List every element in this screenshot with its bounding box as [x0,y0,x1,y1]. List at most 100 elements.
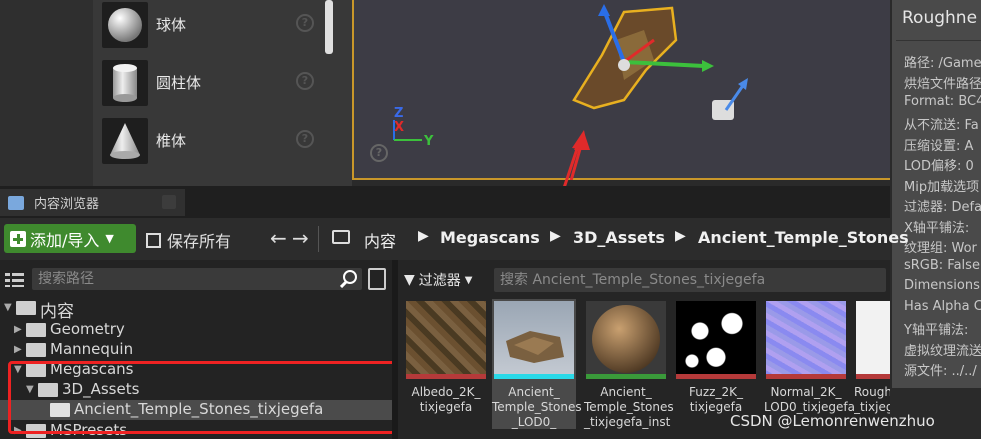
path-search-input[interactable]: 搜索路径 [32,268,362,290]
content-browser-icon [8,195,24,210]
chevron-down-icon: ▼ [464,274,473,286]
texture-thumbnail [406,301,486,376]
asset-tile-selected[interactable]: Ancient_ Temple_Stones _LOD0_ [492,299,582,429]
save-all-label: 保存所有 [167,232,232,251]
shape-label: 球体 [156,16,187,34]
texture-details-panel: Roughne 路径: /Game 烘焙文件路径 Format: BC4 从不流… [890,0,981,388]
asset-type-bar [766,374,846,379]
axis-x-label: X [394,120,405,135]
divider [318,226,319,252]
detail-line: sRGB: False [904,258,980,273]
folder-open-icon [332,230,350,244]
axis-y-label: Y [424,134,434,149]
shape-item-sphere[interactable]: 球体 ? [100,0,330,50]
watermark-text: CSDN @Lemonrenwenzhuo [730,412,935,430]
texture-thumbnail [766,301,846,376]
tree-item-geometry[interactable]: ▶ Geometry [0,320,392,340]
static-mesh-thumbnail [494,301,574,376]
tree-item-content[interactable]: ▼ 内容 [0,298,392,322]
shape-item-cone[interactable]: 椎体 ? [100,116,330,166]
detail-line: 路径: /Game [904,56,981,71]
sources-panel-icon[interactable] [4,270,26,288]
breadcrumb-separator-icon[interactable]: ▶ [675,228,686,244]
detail-line: Format: BC4 [904,94,981,109]
back-arrow-icon[interactable]: ← [270,226,287,250]
detail-line: Has Alpha C [904,299,981,314]
shapes-scrollbar[interactable] [325,0,333,54]
filter-button[interactable]: ▼ 过滤器 ▼ [404,270,472,290]
filter-label: 过滤器 [418,273,461,289]
asset-name: Ancient_ Temple_Stones _tixjegefa_inst [584,385,674,429]
tab-label: 内容浏览器 [34,197,100,212]
axis-z-label: Z [394,106,404,121]
breadcrumb-3d-assets[interactable]: 3D_Assets [573,228,665,247]
breadcrumb-content[interactable]: 内容 [364,228,396,252]
asset-type-bar [406,374,486,379]
forward-arrow-icon[interactable]: → [292,226,309,250]
search-icon[interactable] [340,270,358,288]
tree-item-mannequin[interactable]: ▶ Mannequin [0,340,392,360]
detail-line: LOD偏移: 0 [904,159,974,174]
asset-type-bar [856,374,890,379]
highlight-annotation-box [8,361,405,434]
breadcrumb-separator-icon[interactable]: ▶ [550,228,561,244]
detail-line: X轴平铺法: [904,221,970,236]
asset-name: Ancient_ Temple_Stones _LOD0_ [492,385,582,429]
breadcrumb-separator-icon[interactable]: ▶ [418,228,429,244]
asset-tile[interactable]: Fuzz_2K_ tixjegefa [674,299,758,429]
cylinder-icon [102,60,148,106]
texture-thumbnail [676,301,756,376]
plus-icon [10,230,26,247]
texture-thumbnail [856,301,890,376]
asset-tile[interactable]: Albedo_2K_ tixjegefa [404,299,488,429]
help-icon[interactable]: ? [296,14,314,32]
shape-label: 椎体 [156,132,187,150]
detail-line: 过滤器: Defa [904,200,981,215]
tab-content-browser[interactable]: 内容浏览器 [0,189,185,216]
add-import-button[interactable]: 添加/导入 ▼ [4,224,136,253]
detail-line: Mip加载选项 [904,180,980,195]
details-title: Roughne [902,8,978,28]
breadcrumb-ancient-temple-stones[interactable]: Ancient_Temple_Stones [698,228,909,247]
chevron-down-icon: ▼ [105,232,114,245]
detail-line: 纹理组: Wor [904,241,977,256]
shape-label: 圆柱体 [156,74,202,92]
asset-name: Normal_2K_ LOD0_tixjegefa [764,385,856,414]
folder-icon [26,343,46,357]
viewport-scene [393,4,748,180]
category-column [0,0,93,186]
add-import-label: 添加/导入 [30,230,100,250]
asset-name: Roughness_2K _tixjegefa [854,385,890,414]
breadcrumb-megascans[interactable]: Megascans [440,228,540,247]
detail-line: 虚拟纹理流送 [904,344,981,359]
folder-icon [26,323,46,337]
save-all-button[interactable]: 保存所有 [146,228,231,252]
folder-open-icon [16,301,36,315]
filter-icon: ▼ [404,272,415,288]
asset-name: Fuzz_2K_ tixjegefa [689,385,743,414]
splitter[interactable] [392,260,398,439]
save-icon [146,232,161,248]
asset-search-input[interactable]: 搜索 Ancient_Temple_Stones_tixjegefa [494,268,886,292]
asset-tile[interactable]: Normal_2K_ LOD0_tixjegefa [764,299,856,429]
asset-name: Albedo_2K_ tixjegefa [411,385,481,414]
asset-type-bar [676,374,756,379]
detail-line: 压缩设置: A [904,139,974,154]
asset-tile[interactable]: Roughness_2K _tixjegefa [854,299,890,429]
help-icon[interactable]: ? [296,72,314,90]
tab-close-icon[interactable] [162,195,176,209]
viewport-help-icon[interactable]: ? [370,144,388,162]
help-icon[interactable]: ? [296,130,314,148]
asset-type-bar [494,374,574,379]
level-viewport[interactable]: Z X Y ? [352,0,892,180]
detail-line: 源文件: ../../ [904,364,977,379]
tree-options-icon[interactable] [368,268,386,290]
shape-item-cylinder[interactable]: 圆柱体 ? [100,58,330,108]
asset-type-bar [586,374,666,379]
material-instance-thumbnail [586,301,666,376]
asset-tile[interactable]: Ancient_ Temple_Stones _tixjegefa_inst [584,299,674,429]
detail-line: Y轴平铺法: [904,323,969,338]
detail-line: 从不流送: Fa [904,118,979,133]
divider [896,40,981,41]
detail-line: Dimensions [904,278,980,293]
